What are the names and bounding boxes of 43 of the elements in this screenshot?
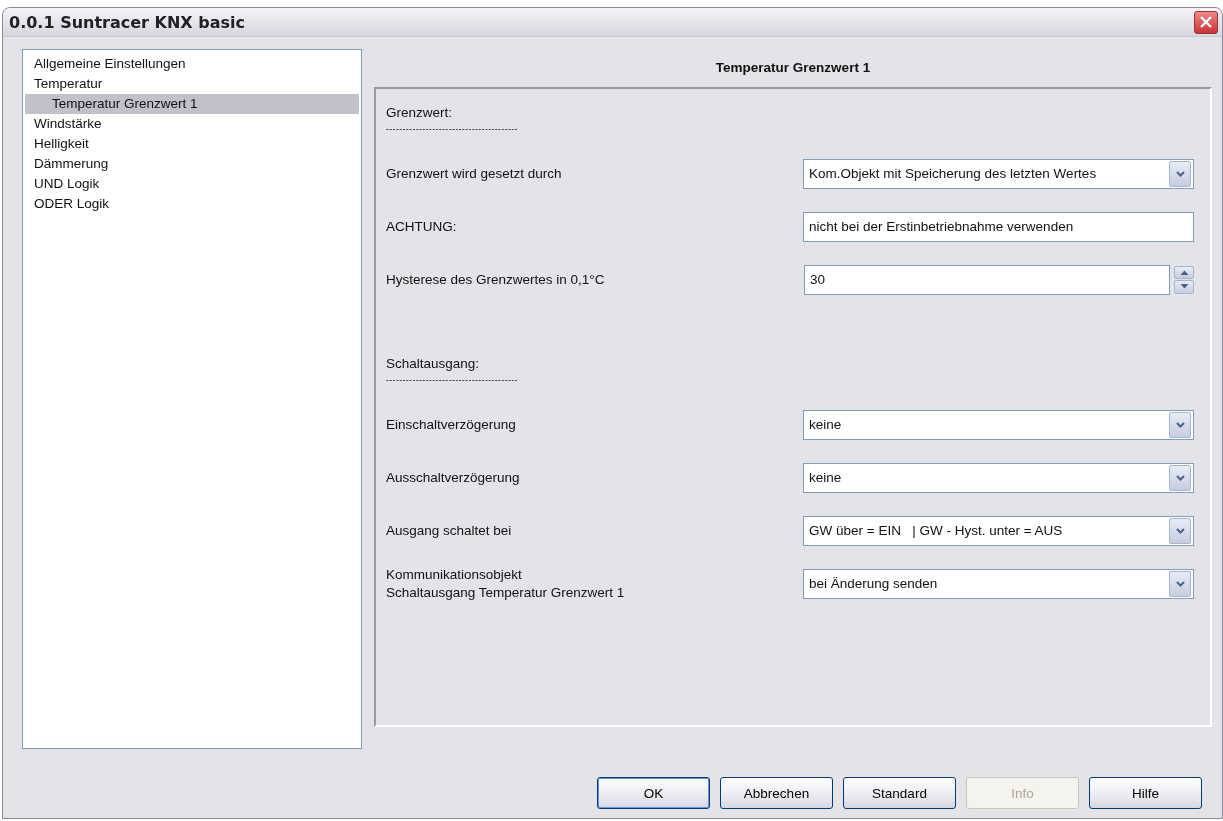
panel-title: Temperatur Grenzwert 1 (715, 59, 871, 77)
input-field[interactable]: 30 (804, 264, 1170, 295)
section-heading: Grenzwert: (386, 104, 454, 122)
spin-up-button[interactable] (1174, 265, 1194, 279)
separator-text: ---------------------------------------- (386, 374, 519, 386)
caret-icon (1175, 170, 1185, 177)
dropdown[interactable]: keine (803, 409, 1194, 440)
dropdown[interactable]: Kom.Objekt mit Speicherung des letzten Wertes (803, 158, 1194, 189)
dialog-button[interactable]: Standard (843, 777, 956, 809)
caret-icon (1175, 474, 1185, 481)
field-label: Kommunikationsobjekt Schaltausgang Temperatur Grenzwert 1 (386, 565, 625, 602)
caret-icon (1175, 421, 1185, 428)
field-label: Einschaltverzögerung (386, 415, 516, 434)
dropdown[interactable]: keine (803, 462, 1194, 493)
field-label: Ausgang schaltet bei (386, 521, 512, 540)
tree-item[interactable]: ODER Logik (25, 194, 359, 214)
dialog-button[interactable]: Hilfe (1089, 777, 1202, 809)
tree-item[interactable]: Temperatur (25, 74, 359, 94)
spin-down-button[interactable] (1174, 280, 1194, 294)
dropdown[interactable]: bei Änderung senden (803, 568, 1194, 599)
close-button[interactable] (1194, 10, 1218, 34)
tree-item[interactable]: Windstärke (25, 114, 359, 134)
field-label: Grenzwert wird gesetzt durch (386, 164, 562, 183)
field-label: ACHTUNG: (386, 217, 457, 236)
separator-text: ---------------------------------------- (386, 123, 519, 135)
field-label: Ausschaltverzögerung (386, 468, 520, 487)
dropdown[interactable]: GW über = EIN | GW - Hyst. unter = AUS (803, 515, 1194, 546)
dialog-button[interactable]: OK (597, 777, 710, 809)
input-field[interactable]: nicht bei der Erstinbetriebnahme verwenden (803, 211, 1194, 242)
caret-icon (1175, 527, 1185, 534)
tree-item[interactable]: Dämmerung (25, 154, 359, 174)
tree-item[interactable]: Temperatur Grenzwert 1 (25, 94, 359, 114)
tree-item[interactable]: UND Logik (25, 174, 359, 194)
close-icon (1200, 16, 1212, 28)
dialog-button[interactable]: Abbrechen (720, 777, 833, 809)
tree-item[interactable]: Allgemeine Einstellungen (25, 54, 359, 74)
down-icon (1179, 284, 1189, 290)
window-title: 0.0.1 Suntracer KNX basic (9, 12, 245, 32)
tree-item[interactable]: Helligkeit (25, 134, 359, 154)
field-label: Hysterese des Grenzwertes in 0,1°C (386, 270, 605, 289)
caret-icon (1175, 580, 1185, 587)
section-heading: Schaltausgang: (386, 355, 481, 373)
up-icon (1179, 269, 1189, 275)
